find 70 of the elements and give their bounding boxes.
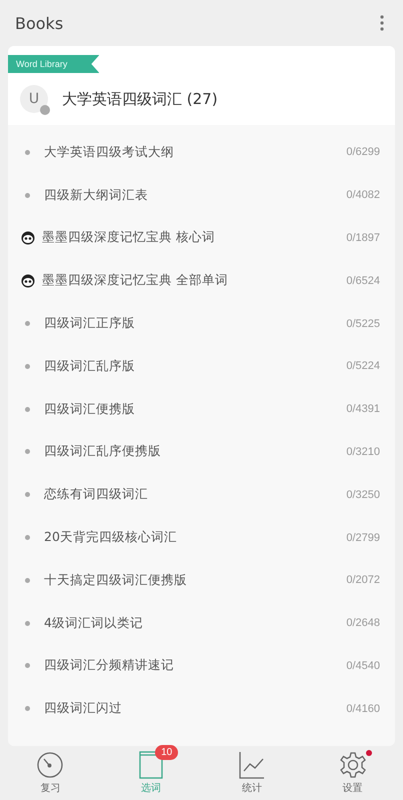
book-title: 四级词汇闪过 [44, 700, 123, 718]
library-title: 大学英语四级词汇 (27) [62, 90, 218, 108]
book-item[interactable]: 四级词汇乱序便携版 0/3210 [8, 430, 395, 474]
book-item[interactable]: 恋练有词四级词汇 0/3250 [8, 473, 395, 516]
bullet-icon [25, 706, 30, 712]
progress-count: 0/4082 [346, 189, 380, 202]
book-item[interactable]: 4级词汇词以类记 0/2648 [8, 602, 395, 645]
bullet-icon [25, 449, 30, 454]
book-item[interactable]: 四级词汇便携版 0/4391 [8, 388, 395, 431]
count-badge: 10 [155, 745, 178, 760]
progress-count: 0/2072 [346, 574, 380, 586]
book-title: 4级词汇词以类记 [44, 614, 144, 632]
nav-tab[interactable]: 统计 [202, 746, 302, 800]
panda-icon [21, 274, 35, 288]
nav-tab[interactable]: 设置 [302, 746, 403, 800]
book-item[interactable]: 四级词汇正序版 0/5225 [8, 302, 395, 345]
progress-count: 0/4540 [346, 660, 380, 672]
bullet-icon [25, 535, 30, 540]
nav-tab[interactable]: 复习 [0, 746, 101, 800]
book-title: 20天背完四级核心词汇 [44, 529, 178, 546]
progress-count: 0/2648 [346, 617, 380, 630]
progress-count: 0/5225 [346, 318, 380, 330]
book-item[interactable]: 四级词汇乱序版 0/5224 [8, 344, 395, 388]
bullet-icon [25, 492, 30, 498]
progress-count: 0/1897 [346, 232, 380, 244]
book-title: 十天搞定四级词汇便携版 [44, 572, 188, 589]
library-icon: U [20, 85, 48, 113]
progress-count: 0/2799 [346, 532, 380, 544]
progress-count: 0/5224 [346, 360, 380, 372]
progress-count: 0/3250 [346, 488, 380, 501]
book-item[interactable]: 十天搞定四级词汇便携版 0/2072 [8, 558, 395, 602]
progress-count: 0/4391 [346, 403, 380, 416]
bullet-icon [25, 364, 30, 369]
book-title: 四级词汇分频精讲速记 [44, 657, 175, 674]
book-item[interactable]: 墨墨四级深度记忆宝典 核心词 0/1897 [8, 216, 395, 260]
line-chart-icon [238, 751, 265, 779]
progress-count: 0/4160 [346, 702, 380, 715]
page-title: Books [15, 14, 64, 32]
book-item[interactable]: 大学英语四级考试大纲 0/6299 [8, 131, 395, 174]
book-item[interactable]: 墨墨四级深度记忆宝典 全部单词 0/6524 [8, 259, 395, 302]
book-title: 四级新大纲词汇表 [44, 186, 149, 204]
bullet-icon [25, 663, 30, 668]
book-title: 四级词汇便携版 [44, 400, 136, 418]
ribbon-label: Word Library [8, 55, 100, 73]
progress-count: 0/6299 [346, 146, 380, 158]
bullet-icon [25, 150, 30, 155]
book-title: 墨墨四级深度记忆宝典 核心词 [42, 229, 216, 246]
bullet-icon [25, 192, 30, 198]
panda-icon [21, 230, 35, 245]
progress-count: 0/6524 [346, 274, 380, 287]
bullet-icon [25, 578, 30, 583]
progress-count: 0/3210 [346, 446, 380, 458]
more-icon[interactable] [379, 14, 385, 32]
nav-tab[interactable]: 10 选词 [100, 746, 202, 800]
book-title: 四级词汇正序版 [44, 315, 136, 332]
book-title: 恋练有词四级词汇 [44, 486, 149, 504]
book-icon [139, 751, 164, 779]
bullet-icon [25, 321, 30, 326]
book-item[interactable]: 20天背完四级核心词汇 0/2799 [8, 516, 395, 559]
book-title: 四级词汇乱序便携版 [44, 443, 162, 460]
stopwatch-icon [36, 751, 64, 779]
bullet-icon [25, 406, 30, 412]
gear-icon [338, 751, 367, 779]
book-title: 墨墨四级深度记忆宝典 全部单词 [42, 272, 229, 290]
book-title: 四级词汇乱序版 [44, 358, 136, 375]
book-item[interactable]: 四级新大纲词汇表 0/4082 [8, 174, 395, 217]
bullet-icon [25, 620, 30, 626]
book-item[interactable]: 四级词汇闪过 0/4160 [8, 687, 395, 730]
book-item[interactable]: 四级词汇分频精讲速记 0/4540 [8, 644, 395, 688]
book-title: 大学英语四级考试大纲 [44, 144, 175, 161]
